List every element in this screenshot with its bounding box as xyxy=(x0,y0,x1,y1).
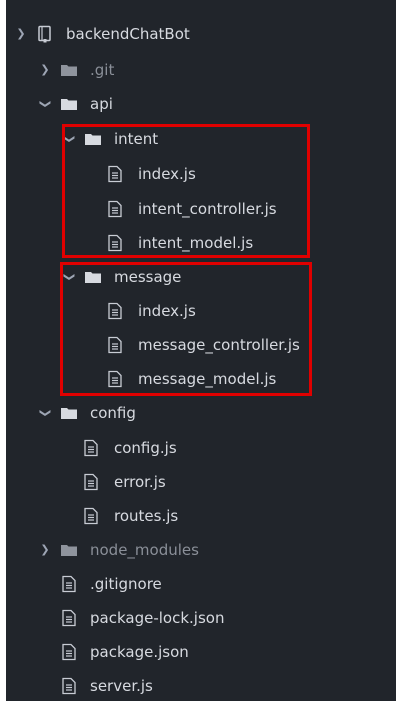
file-text-icon xyxy=(62,643,76,661)
tree-item-config[interactable]: ❯ config xyxy=(6,396,396,430)
tree-item-file[interactable]: error.js xyxy=(6,465,396,499)
folder-icon xyxy=(61,545,77,556)
tree-item-label: package-lock.json xyxy=(90,609,225,627)
tree-item-file[interactable]: package-lock.json xyxy=(6,601,396,635)
tree-item-file[interactable]: package.json xyxy=(6,635,396,669)
tree-item-label: backendChatBot xyxy=(66,25,190,43)
folder-icon xyxy=(61,99,77,110)
tree-item-file[interactable]: routes.js xyxy=(6,499,396,533)
tree-item-label: .gitignore xyxy=(90,575,162,593)
tree-item-label: node_modules xyxy=(90,541,199,559)
tree-item-file[interactable]: .gitignore xyxy=(6,567,396,601)
file-text-icon xyxy=(84,439,98,457)
tree-item-file[interactable]: config.js xyxy=(6,431,396,465)
tree-item-label: config xyxy=(90,404,136,422)
chevron-right-icon[interactable]: ❯ xyxy=(38,533,52,567)
file-text-icon xyxy=(62,677,76,695)
tree-item-label: config.js xyxy=(114,439,177,457)
tree-item-label: server.js xyxy=(90,677,153,695)
tree-item-git[interactable]: ❯ .git xyxy=(6,53,396,87)
file-text-icon xyxy=(62,609,76,627)
tree-view-panel: ❯ backendChatBot ❯ .git ❯ api ❯ intent i… xyxy=(6,0,396,701)
tree-item-node-modules[interactable]: ❯ node_modules xyxy=(6,533,396,567)
chevron-down-icon[interactable]: ❯ xyxy=(28,97,62,111)
tree-item-label: package.json xyxy=(90,643,189,661)
book-repo-icon xyxy=(38,25,51,43)
highlight-box-intent xyxy=(62,124,310,258)
tree-item-api[interactable]: ❯ api xyxy=(6,87,396,121)
tree-item-label: routes.js xyxy=(114,507,179,525)
tree-item-file[interactable]: server.js xyxy=(6,669,396,703)
tree-item-label: error.js xyxy=(114,473,166,491)
folder-icon xyxy=(61,408,77,419)
tree-item-label: api xyxy=(90,95,113,113)
chevron-down-icon[interactable]: ❯ xyxy=(28,406,62,420)
chevron-right-icon[interactable]: ❯ xyxy=(38,53,52,87)
file-text-icon xyxy=(84,473,98,491)
tree-item-backendchatbot[interactable]: ❯ backendChatBot xyxy=(6,17,396,51)
file-text-icon xyxy=(84,507,98,525)
highlight-box-message xyxy=(60,262,312,396)
file-text-icon xyxy=(62,575,76,593)
folder-icon xyxy=(61,65,77,76)
chevron-down-icon[interactable]: ❯ xyxy=(14,17,28,51)
tree-item-label: .git xyxy=(90,61,115,79)
